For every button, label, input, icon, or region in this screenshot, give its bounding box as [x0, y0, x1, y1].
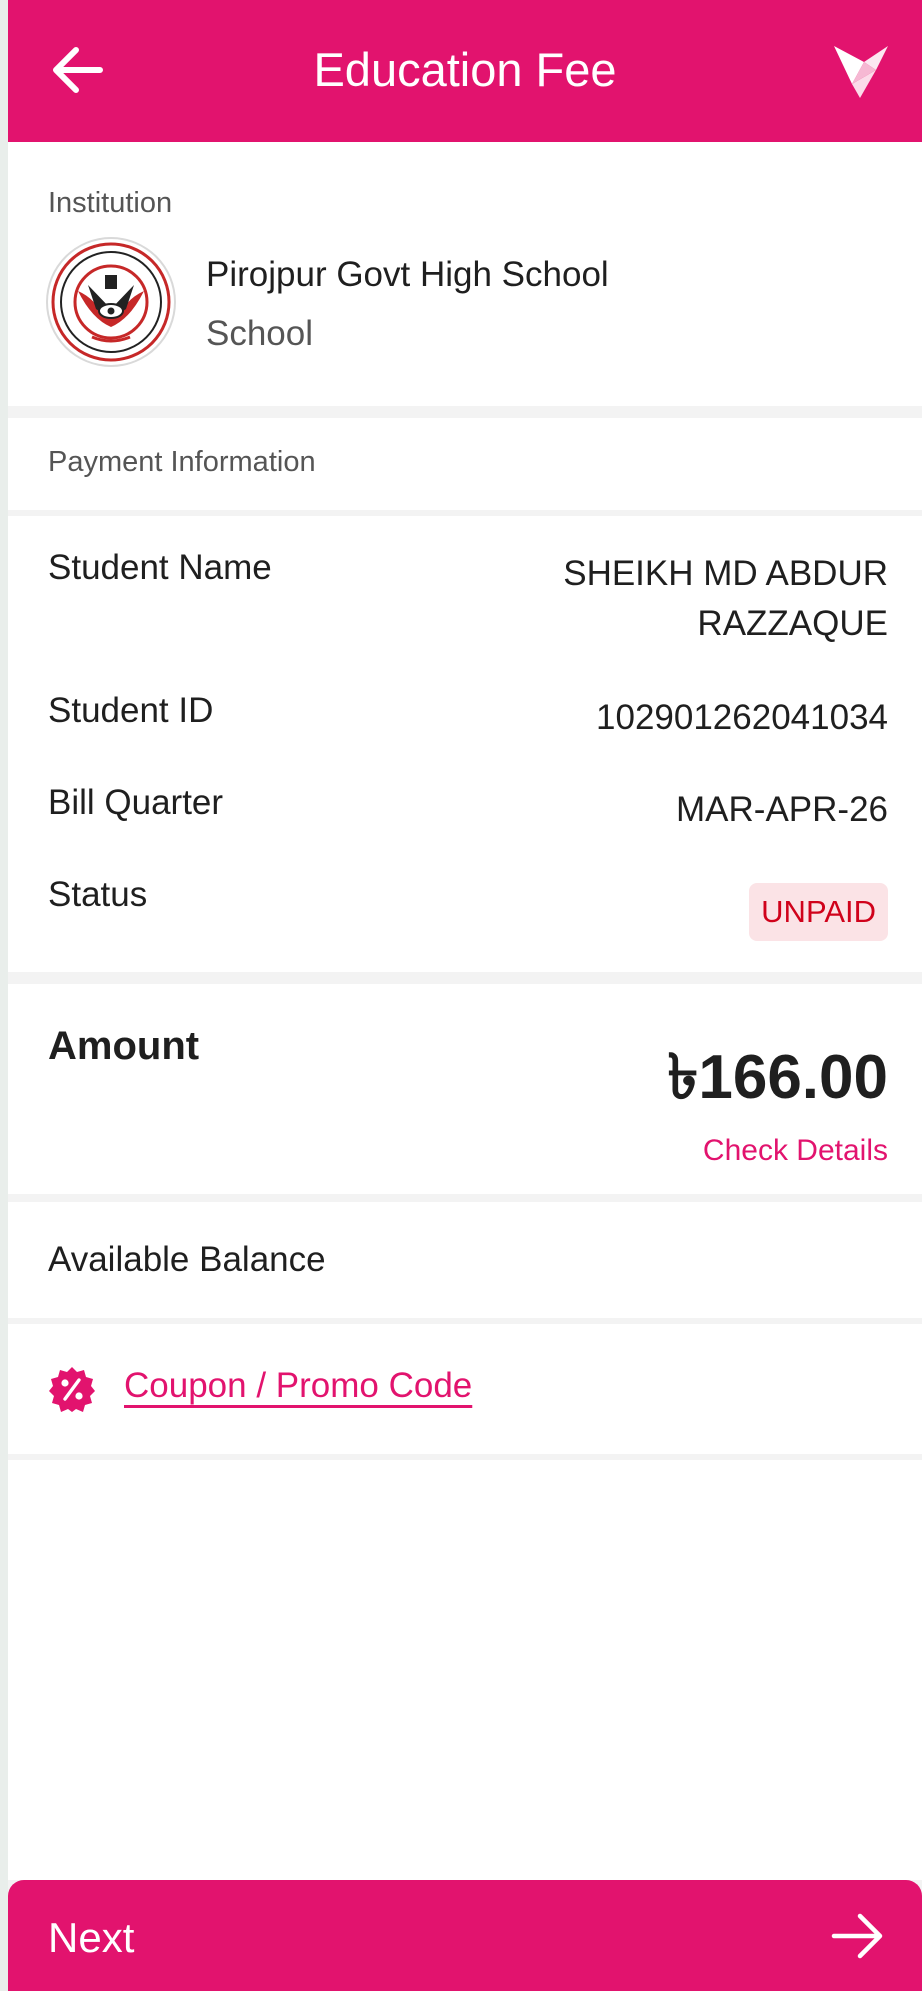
- discount-badge-icon: [48, 1365, 96, 1413]
- payment-details-card: Student Name SHEIKH MD ABDUR RAZZAQUE St…: [8, 516, 922, 972]
- available-balance-label: Available Balance: [48, 1240, 326, 1279]
- student-id-label: Student ID: [48, 691, 214, 730]
- coupon-card: Coupon / Promo Code: [8, 1324, 922, 1454]
- institution-section-label: Institution: [48, 187, 173, 219]
- institution-name: Pirojpur Govt High School: [206, 255, 609, 294]
- amount-card: Amount ৳166.00 Check Details: [8, 984, 922, 1194]
- page-title: Education Fee: [313, 43, 617, 96]
- amount-label: Amount: [48, 1024, 200, 1068]
- institution-type: School: [206, 314, 314, 353]
- available-balance-card[interactable]: Available Balance: [8, 1202, 922, 1318]
- app-screen: Education Fee Institution Pirojpur Govt …: [8, 0, 922, 1991]
- bird-logo-icon: [834, 46, 888, 98]
- student-id-value: 102901262041034: [596, 698, 888, 737]
- app-header: Education Fee: [8, 0, 922, 142]
- content-spacer: [8, 1460, 922, 1880]
- institution-card: Institution Pirojpur Govt High School Sc…: [8, 142, 922, 406]
- institution-logo: [48, 239, 174, 365]
- payment-info-section-label: Payment Information: [48, 446, 316, 478]
- next-button[interactable]: Next: [8, 1880, 922, 1991]
- student-name-label: Student Name: [48, 548, 272, 587]
- status-badge: UNPAID: [749, 883, 888, 941]
- bkash-logo: [830, 40, 890, 100]
- amount-value: ৳166.00: [667, 1043, 888, 1112]
- next-button-label: Next: [48, 1914, 135, 1961]
- coupon-promo-link[interactable]: Coupon / Promo Code: [124, 1366, 472, 1406]
- bill-quarter-value: MAR-APR-26: [676, 790, 888, 829]
- school-crest-icon: [51, 242, 171, 362]
- payment-info-header: Payment Information: [8, 418, 922, 510]
- check-details-link[interactable]: Check Details: [703, 1134, 888, 1168]
- student-name-value: SHEIKH MD ABDUR RAZZAQUE: [563, 554, 888, 643]
- arrow-right-icon: [831, 1913, 883, 1959]
- status-label: Status: [48, 875, 148, 914]
- bill-quarter-label: Bill Quarter: [48, 783, 224, 822]
